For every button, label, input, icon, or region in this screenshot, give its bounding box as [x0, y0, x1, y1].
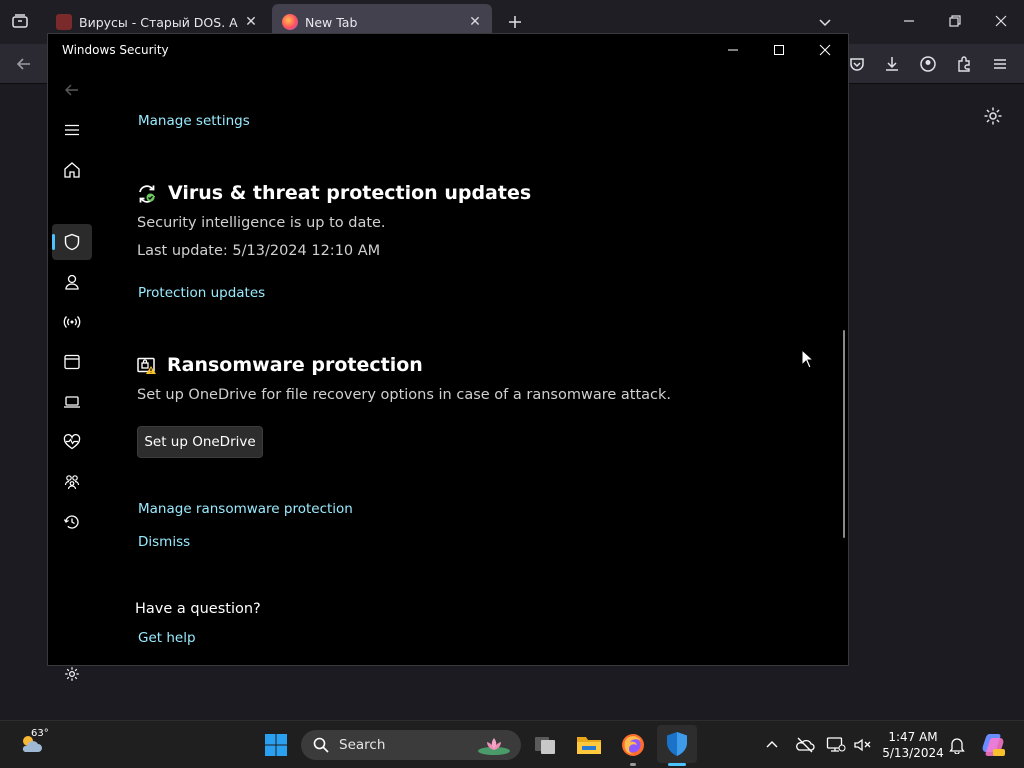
back-arrow-icon[interactable] — [12, 52, 36, 76]
weather-temperature: 63° — [31, 728, 49, 739]
firefox-running-indicator — [630, 763, 636, 766]
mouse-cursor-icon — [801, 348, 815, 369]
window-title: Windows Security — [62, 43, 169, 57]
task-view-icon — [535, 737, 555, 754]
main-content: Manage settings Virus & threat protectio… — [48, 66, 848, 666]
shield-icon — [667, 732, 687, 756]
refresh-update-icon — [136, 183, 158, 205]
folder-icon — [577, 737, 601, 754]
hamburger-menu-icon[interactable] — [988, 52, 1012, 76]
ransomware-description: Set up OneDrive for file recovery option… — [137, 387, 672, 403]
windows-security-active-indicator — [668, 763, 686, 766]
ransomware-icon — [137, 357, 157, 375]
protection-updates-link[interactable]: Protection updates — [138, 285, 265, 301]
firefox-minimize-icon[interactable] — [902, 14, 916, 28]
ransomware-heading: Ransomware protection — [167, 354, 423, 376]
search-highlight-lotus-icon — [475, 734, 513, 756]
chevron-down-icon[interactable] — [817, 14, 833, 30]
maximize-button[interactable] — [756, 34, 802, 66]
network-display-icon[interactable] — [826, 736, 846, 754]
tab-label: New Tab — [305, 14, 358, 30]
onedrive-offline-icon[interactable] — [795, 736, 815, 754]
downloads-icon[interactable] — [880, 52, 904, 76]
extensions-icon[interactable] — [952, 52, 976, 76]
taskbar: 63° Search 1:47 AM 5/13/2024 — [0, 720, 1024, 768]
updates-heading: Virus & threat protection updates — [168, 182, 532, 204]
windows-security-taskbar-button[interactable] — [657, 725, 697, 763]
windows-security-window: Windows Security Manage settings Virus &… — [47, 33, 849, 681]
last-update-text: Last update: 5/13/2024 12:10 AM — [137, 243, 381, 259]
manage-settings-link[interactable]: Manage settings — [138, 113, 250, 129]
firefox-restore-icon[interactable] — [948, 14, 962, 28]
firefox-close-icon[interactable] — [994, 14, 1008, 28]
close-button[interactable] — [802, 34, 848, 66]
minimize-button[interactable] — [710, 34, 756, 66]
start-button[interactable] — [260, 729, 292, 761]
system-clock[interactable]: 1:47 AM 5/13/2024 — [878, 729, 948, 761]
abandonware-favicon-icon — [56, 14, 72, 30]
close-tab-icon[interactable]: ✕ — [468, 14, 482, 30]
question-heading: Have a question? — [135, 601, 261, 617]
new-tab-icon[interactable] — [506, 13, 524, 31]
file-explorer-button[interactable] — [573, 729, 605, 761]
dismiss-link[interactable]: Dismiss — [138, 534, 190, 550]
taskbar-search[interactable]: Search — [301, 730, 521, 760]
search-label: Search — [339, 737, 386, 753]
get-help-link[interactable]: Get help — [138, 630, 196, 646]
settings-icon — [65, 667, 79, 681]
notification-bell-icon[interactable] — [948, 736, 966, 754]
account-icon[interactable] — [916, 52, 940, 76]
tab-list-icon[interactable] — [11, 12, 29, 30]
copilot-icon[interactable] — [980, 732, 1006, 758]
clock-time: 1:47 AM — [888, 730, 938, 744]
firefox-taskbar-button[interactable] — [617, 729, 649, 761]
firefox-icon — [622, 734, 644, 756]
updates-status-text: Security intelligence is up to date. — [137, 215, 386, 231]
close-tab-icon[interactable]: ✕ — [244, 14, 258, 30]
show-hidden-icons-chevron-up-icon[interactable] — [764, 737, 780, 753]
title-bar: Windows Security — [48, 34, 848, 66]
set-up-onedrive-button[interactable]: Set up OneDrive — [137, 426, 263, 458]
manage-ransomware-protection-link[interactable]: Manage ransomware protection — [138, 501, 353, 517]
search-icon — [313, 737, 329, 753]
clock-date: 5/13/2024 — [882, 746, 944, 760]
task-view-button[interactable] — [529, 729, 561, 761]
firefox-favicon-icon — [282, 14, 298, 30]
page-settings-gear-icon[interactable] — [983, 106, 1003, 126]
volume-muted-icon[interactable] — [853, 736, 873, 754]
scrollbar-thumb[interactable] — [843, 330, 845, 538]
windows-logo-icon — [265, 734, 287, 756]
tab-label: Вирусы - Старый DOS. Abandonware — [79, 14, 238, 30]
